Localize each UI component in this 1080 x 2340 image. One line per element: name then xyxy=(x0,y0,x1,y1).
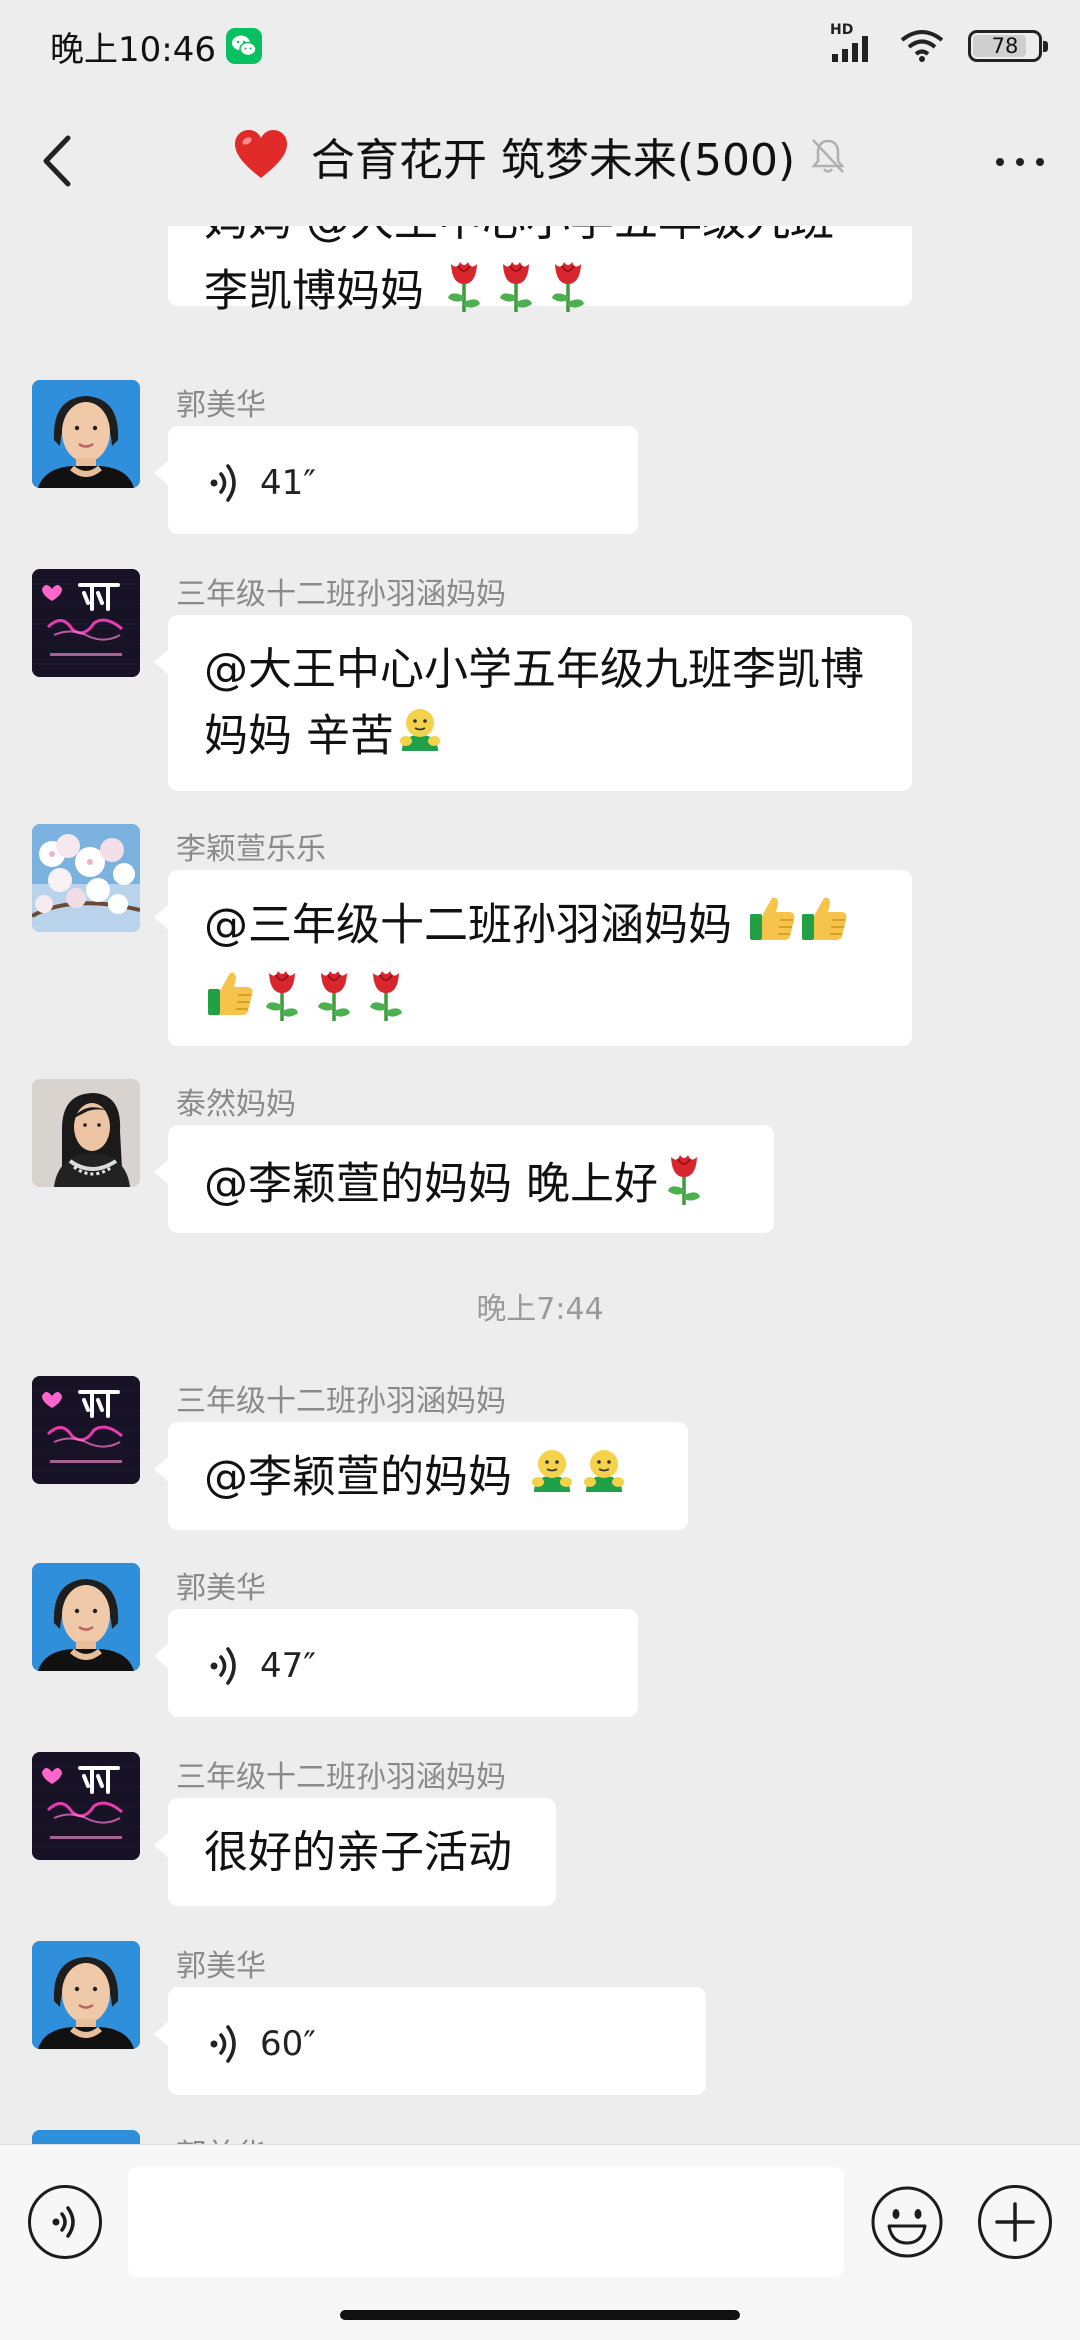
avatar[interactable] xyxy=(32,1941,140,2049)
woman-avatar-image xyxy=(32,1941,140,2049)
message-text: 李凯博妈妈 xyxy=(204,265,424,317)
more-dot xyxy=(1036,158,1044,166)
voice-message-bubble[interactable]: 60″ xyxy=(154,1987,706,2095)
hug-emoji xyxy=(526,1444,578,1515)
hug-emoji xyxy=(394,703,446,774)
rose-emoji xyxy=(658,1147,710,1226)
rose-emoji xyxy=(360,963,412,1042)
message-text: 妈妈 辛苦 xyxy=(204,710,394,762)
more-dot xyxy=(996,158,1004,166)
message-input[interactable] xyxy=(128,2167,844,2277)
input-bar xyxy=(0,2144,1080,2340)
status-indicators: HD 78 xyxy=(820,0,1080,96)
thumbs-up-emoji xyxy=(746,892,798,963)
rose-emoji xyxy=(438,254,490,333)
rose-emoji xyxy=(490,254,542,333)
wifi-icon xyxy=(900,30,944,62)
avatar[interactable] xyxy=(32,569,140,677)
voice-toggle-button[interactable] xyxy=(28,2185,102,2259)
title-area[interactable]: 合育花开 筑梦未来(500) xyxy=(0,124,1080,188)
message-text: @三年级十二班孙羽涵妈妈 xyxy=(204,899,732,951)
sender-name: 郭美华 xyxy=(176,2130,266,2144)
more-dot xyxy=(1016,158,1024,166)
bell-muted-icon xyxy=(811,139,845,173)
voice-toggle-icon xyxy=(52,2206,75,2238)
battery-tip xyxy=(1043,41,1048,52)
chat-screen: 晚上10:46 HD 78 合育花开 筑梦未来(500) 李凯博妈妈 郭美华 4… xyxy=(0,0,1080,2340)
voice-duration: 60″ xyxy=(260,2024,316,2064)
sender-name: 泰然妈妈 xyxy=(176,1087,296,1122)
thumbs-up-emoji xyxy=(798,892,850,963)
message-list[interactable]: 妈妈 @大王中心小学五年级九班 李凯博妈妈 郭美华 41″ 三年级十二班孙羽涵妈… xyxy=(0,226,1080,2144)
time-divider: 晚上7:44 xyxy=(476,1292,604,1327)
text-bubble[interactable]: @李颖萱的妈妈 晚上好 xyxy=(154,1125,774,1233)
neon-sign-avatar-image xyxy=(32,1752,140,1860)
woman-avatar-image xyxy=(32,1563,140,1671)
rose-emoji xyxy=(256,963,308,1042)
text-bubble[interactable]: 很好的亲子活动 xyxy=(154,1798,556,1906)
woman-avatar-image xyxy=(32,380,140,488)
smiley-icon[interactable] xyxy=(870,2185,944,2259)
message-text: 很好的亲子活动 xyxy=(204,1827,512,1878)
message-text-line xyxy=(204,963,876,1042)
sender-name: 三年级十二班孙羽涵妈妈 xyxy=(176,577,506,612)
message-text-line: 李凯博妈妈 xyxy=(204,254,876,333)
sender-name: 郭美华 xyxy=(176,1949,266,1984)
text-bubble[interactable]: @大王中心小学五年级九班李凯博 妈妈 辛苦 xyxy=(154,615,912,791)
status-time: 晚上10:46 xyxy=(50,30,216,70)
voice-wave-icon xyxy=(210,1647,236,1685)
sender-name: 郭美华 xyxy=(176,1571,266,1606)
avatar[interactable] xyxy=(32,1376,140,1484)
message-text-line: @三年级十二班孙羽涵妈妈 xyxy=(204,892,876,963)
plus-button[interactable] xyxy=(978,2185,1052,2259)
rose-emoji xyxy=(308,963,360,1042)
avatar[interactable] xyxy=(32,380,140,488)
sender-name: 三年级十二班孙羽涵妈妈 xyxy=(176,1760,506,1795)
home-indicator[interactable] xyxy=(340,2310,740,2320)
text-bubble[interactable]: 妈妈 @大王中心小学五年级九班 李凯博妈妈 xyxy=(168,226,912,317)
sender-name: 郭美华 xyxy=(176,388,266,423)
thumbs-up-emoji xyxy=(204,967,256,1038)
voice-wave-icon xyxy=(210,464,236,502)
avatar[interactable] xyxy=(32,1079,140,1187)
signal-icon xyxy=(832,36,868,62)
sender-name: 李颖萱乐乐 xyxy=(176,832,326,867)
message-text-line: @大王中心小学五年级九班李凯博 xyxy=(204,644,864,695)
woman-avatar-image xyxy=(32,2130,140,2144)
avatar[interactable] xyxy=(32,2130,140,2144)
rose-emoji xyxy=(542,254,594,333)
sender-name: 三年级十二班孙羽涵妈妈 xyxy=(176,1384,506,1419)
message-text-line: 妈妈 辛苦 xyxy=(204,703,876,774)
avatar[interactable] xyxy=(32,1752,140,1860)
more-options-button[interactable] xyxy=(990,136,1050,186)
text-bubble[interactable]: @三年级十二班孙羽涵妈妈 xyxy=(154,870,912,1046)
plus-icon xyxy=(995,2202,1035,2242)
avatar[interactable] xyxy=(32,1563,140,1671)
battery-indicator: 78 xyxy=(968,30,1048,62)
avatar[interactable] xyxy=(32,824,140,932)
message-text: @李颖萱的妈妈 xyxy=(204,1451,512,1503)
voice-message-bubble[interactable]: 41″ xyxy=(154,426,638,534)
neon-sign-avatar-image xyxy=(32,1376,140,1484)
voice-duration: 47″ xyxy=(260,1646,316,1686)
message-text-line: 妈妈 @大王中心小学五年级九班 xyxy=(204,226,876,254)
voice-wave-icon xyxy=(210,2025,236,2063)
voice-duration: 41″ xyxy=(260,463,316,503)
text-bubble[interactable]: @李颖萱的妈妈 xyxy=(154,1422,688,1530)
chat-title: 合育花开 筑梦未来(500) xyxy=(310,135,796,186)
red-heart-icon xyxy=(234,130,287,178)
chat-header: 合育花开 筑梦未来(500) xyxy=(0,96,1080,226)
portrait-avatar-image xyxy=(32,1079,140,1187)
message-text: @李颖萱的妈妈 晚上好 xyxy=(204,1158,658,1210)
battery-level: 78 xyxy=(991,34,1019,58)
status-bar: 晚上10:46 HD 78 xyxy=(0,0,1080,96)
blossom-avatar-image xyxy=(32,824,140,932)
neon-sign-avatar-image xyxy=(32,569,140,677)
hug-emoji xyxy=(578,1444,630,1515)
voice-message-bubble[interactable]: 47″ xyxy=(154,1609,638,1717)
wechat-notification-icon xyxy=(226,28,262,64)
